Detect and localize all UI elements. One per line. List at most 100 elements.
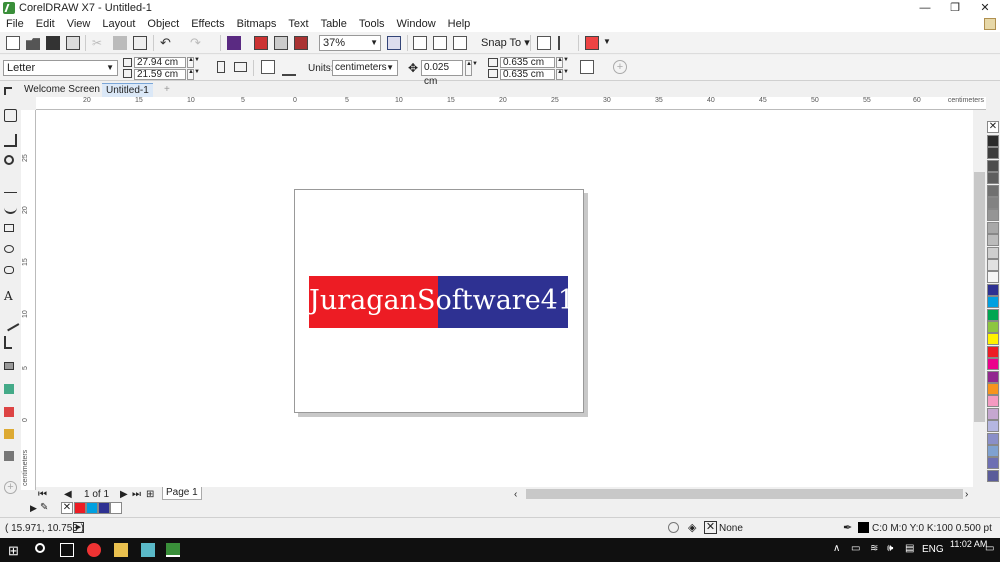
clock[interactable]: 11:02 AM bbox=[950, 539, 987, 550]
zoom-fit-icon[interactable] bbox=[387, 36, 401, 50]
dup-x-spinner[interactable]: ▲▼ bbox=[556, 57, 569, 68]
chrome-icon[interactable] bbox=[87, 543, 101, 557]
snap-to-dropdown[interactable]: Snap To ▾ bbox=[481, 36, 530, 49]
palette-swatch[interactable] bbox=[987, 308, 999, 321]
print-icon[interactable] bbox=[66, 36, 80, 50]
parallel-dimension-icon[interactable] bbox=[1, 313, 20, 332]
menu-text[interactable]: Text bbox=[282, 16, 314, 32]
all-pages-icon[interactable] bbox=[261, 60, 275, 74]
document-palette-swatch[interactable] bbox=[74, 502, 86, 514]
document-no-color-swatch[interactable]: ✕ bbox=[61, 502, 73, 514]
palette-swatch[interactable] bbox=[987, 159, 999, 172]
menu-view[interactable]: View bbox=[61, 16, 97, 32]
last-page-icon[interactable]: ⏭ bbox=[132, 489, 141, 500]
windows-start-icon[interactable]: ⊞ bbox=[8, 543, 22, 558]
palette-swatch[interactable] bbox=[987, 246, 999, 259]
new-tab-icon[interactable]: + bbox=[160, 83, 174, 97]
transparency-tool-icon[interactable] bbox=[4, 384, 14, 394]
tab-welcome-screen[interactable]: Welcome Screen bbox=[20, 83, 104, 97]
file-explorer-icon[interactable] bbox=[114, 543, 128, 557]
palette-swatch[interactable] bbox=[987, 259, 999, 271]
wifi-icon[interactable]: ≋ bbox=[870, 543, 878, 554]
tray-chevron-icon[interactable]: ∧ bbox=[833, 543, 840, 554]
menu-table[interactable]: Table bbox=[315, 16, 353, 32]
search-content-icon[interactable] bbox=[227, 36, 241, 50]
connector-tool-icon[interactable] bbox=[4, 336, 12, 349]
no-color-swatch[interactable]: ✕ bbox=[987, 121, 999, 133]
palette-swatch[interactable] bbox=[987, 321, 999, 333]
interactive-fill-icon[interactable] bbox=[4, 429, 14, 439]
paste-icon[interactable] bbox=[133, 36, 147, 50]
width-spinner[interactable]: ▲▼ bbox=[187, 57, 200, 68]
page-height-field[interactable]: 21.59 cm bbox=[134, 69, 186, 80]
play-icon[interactable]: ▶ bbox=[73, 522, 84, 533]
palette-expand-icon[interactable]: ▶ bbox=[30, 503, 37, 514]
restore-button[interactable]: ❐ bbox=[940, 0, 970, 16]
color-proof-icon[interactable] bbox=[668, 522, 679, 533]
palette-swatch[interactable] bbox=[987, 445, 999, 457]
first-page-icon[interactable]: ⏮ bbox=[38, 489, 47, 500]
zoom-level-select[interactable]: 37% ▼ bbox=[319, 35, 381, 51]
palette-swatch[interactable] bbox=[987, 420, 999, 433]
shape-tool-icon[interactable] bbox=[4, 109, 17, 122]
menu-bitmaps[interactable]: Bitmaps bbox=[231, 16, 283, 32]
search-icon[interactable] bbox=[35, 543, 45, 553]
close-button[interactable]: ✕ bbox=[970, 0, 1000, 16]
scroll-left-icon[interactable]: ‹ bbox=[514, 489, 517, 500]
logo-text[interactable]: JuraganSoftware41 bbox=[309, 281, 575, 321]
account-icon[interactable] bbox=[984, 18, 996, 30]
portrait-icon[interactable] bbox=[217, 61, 225, 73]
current-page-icon[interactable] bbox=[282, 62, 296, 76]
palette-swatch[interactable] bbox=[987, 271, 999, 284]
undo-icon[interactable]: ↶ bbox=[160, 35, 174, 50]
palette-swatch[interactable] bbox=[987, 135, 999, 147]
duplicate-x-field[interactable]: 0.635 cm bbox=[500, 57, 555, 68]
ellipse-tool-icon[interactable] bbox=[4, 245, 14, 253]
document-palette-swatch[interactable] bbox=[98, 502, 110, 514]
vertical-scrollbar[interactable] bbox=[973, 110, 986, 487]
scroll-right-icon[interactable]: › bbox=[965, 489, 968, 500]
welcome-screen-icon[interactable] bbox=[537, 36, 551, 50]
coreldraw-taskbar-icon[interactable] bbox=[166, 543, 180, 557]
nudge-spinner[interactable]: ▲▼ bbox=[465, 60, 478, 76]
palette-swatch[interactable] bbox=[987, 197, 999, 209]
menu-file[interactable]: File bbox=[0, 16, 30, 32]
palette-swatch[interactable] bbox=[987, 184, 999, 197]
palette-swatch[interactable] bbox=[987, 147, 999, 160]
show-grid-icon[interactable] bbox=[453, 36, 467, 50]
palette-swatch[interactable] bbox=[987, 370, 999, 383]
network-icon[interactable]: ▭ bbox=[851, 543, 860, 554]
drop-shadow-icon[interactable] bbox=[4, 362, 14, 370]
rectangle-tool-icon[interactable] bbox=[4, 224, 14, 232]
options-icon[interactable] bbox=[558, 36, 572, 50]
add-icon[interactable]: + bbox=[613, 60, 627, 74]
volume-icon[interactable]: 🕪 bbox=[887, 543, 893, 554]
eyedropper-icon[interactable]: ✎ bbox=[40, 502, 48, 513]
horizontal-scroll-thumb[interactable] bbox=[526, 489, 963, 499]
menu-edit[interactable]: Edit bbox=[30, 16, 61, 32]
application-launcher-icon[interactable] bbox=[585, 36, 599, 50]
tab-untitled-1[interactable]: Untitled-1 bbox=[102, 83, 153, 97]
freehand-tool-icon[interactable] bbox=[4, 180, 17, 193]
palette-swatch[interactable] bbox=[987, 234, 999, 247]
palette-swatch[interactable] bbox=[987, 209, 999, 222]
import-icon[interactable] bbox=[254, 36, 268, 50]
nudge-distance-field[interactable]: 0.025 cm bbox=[421, 60, 463, 87]
palette-swatch[interactable] bbox=[987, 345, 999, 358]
input-language[interactable]: ENG bbox=[922, 544, 944, 555]
page-tab[interactable]: Page 1 bbox=[162, 487, 202, 500]
vertical-scroll-thumb[interactable] bbox=[974, 172, 985, 422]
export-icon[interactable] bbox=[274, 36, 288, 50]
units-select[interactable]: centimeters ▼ bbox=[332, 60, 398, 76]
crop-tool-icon[interactable] bbox=[4, 134, 17, 147]
landscape-icon[interactable] bbox=[234, 62, 247, 72]
menu-effects[interactable]: Effects bbox=[185, 16, 230, 32]
paper-size-select[interactable]: Letter ▼ bbox=[3, 60, 118, 76]
document-palette-swatch[interactable] bbox=[86, 502, 98, 514]
palette-swatch[interactable] bbox=[987, 283, 999, 296]
polygon-tool-icon[interactable] bbox=[4, 266, 14, 274]
minimize-button[interactable]: — bbox=[910, 0, 940, 16]
cut-icon[interactable]: ✂ bbox=[92, 36, 106, 50]
notifications-icon[interactable]: ▭ bbox=[985, 543, 994, 554]
artistic-media-icon[interactable] bbox=[4, 201, 17, 214]
